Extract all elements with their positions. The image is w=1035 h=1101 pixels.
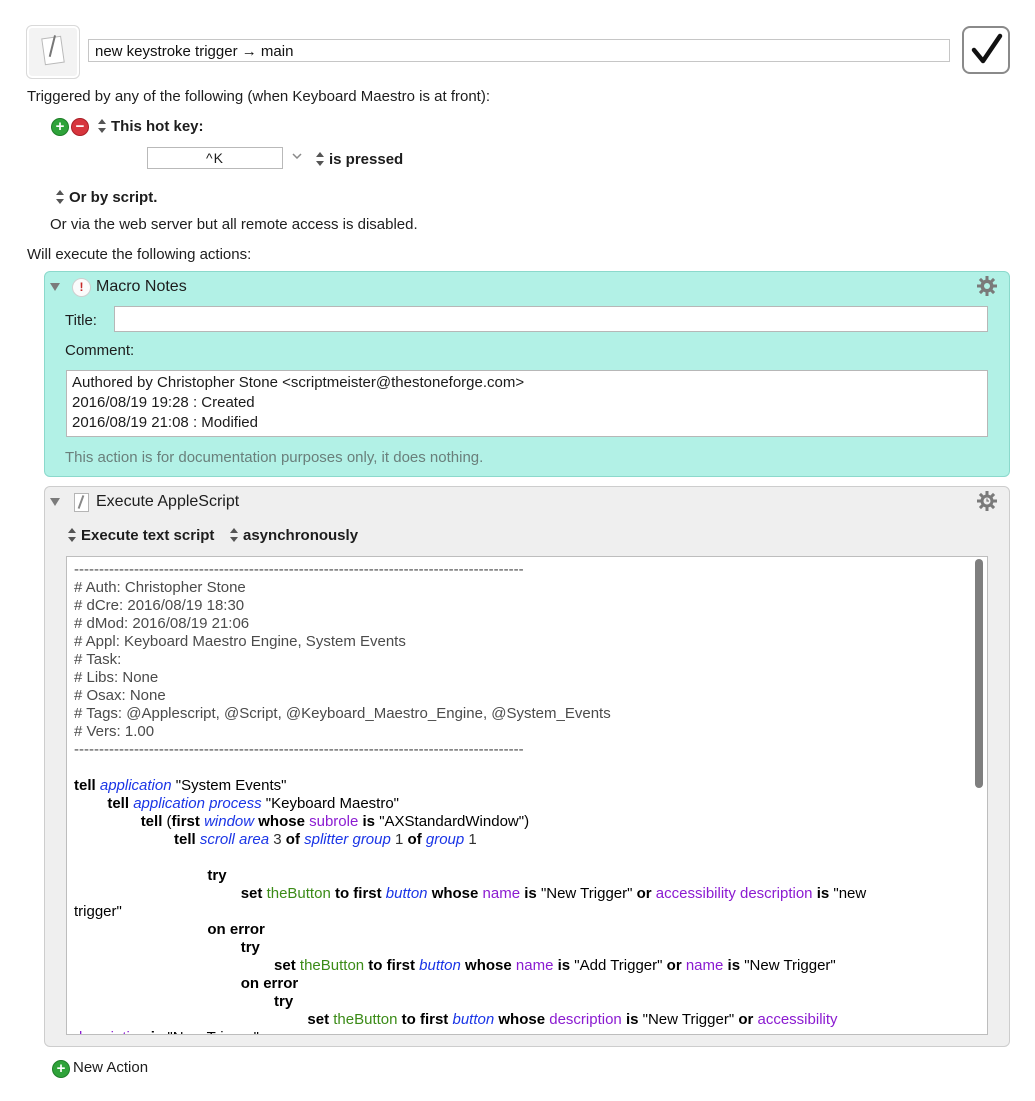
macro-enabled-checkbox[interactable] bbox=[962, 26, 1010, 74]
applescript-document-icon bbox=[74, 493, 89, 512]
exclamation-icon: ! bbox=[72, 278, 91, 297]
notes-comment-field[interactable]: Authored by Christopher Stone <scriptmei… bbox=[66, 370, 988, 437]
applescript-code: ----------------------------------------… bbox=[74, 561, 867, 1034]
add-trigger-icon[interactable]: + bbox=[51, 118, 69, 136]
web-server-note: Or via the web server but all remote acc… bbox=[50, 216, 418, 233]
script-timing-popup[interactable]: asynchronously bbox=[229, 527, 358, 544]
script-timing-label: asynchronously bbox=[243, 527, 359, 544]
script-trigger-popup[interactable]: Or by script. bbox=[55, 189, 157, 206]
applescript-action-title: Execute AppleScript bbox=[96, 493, 240, 510]
script-mode-label: Execute text script bbox=[81, 527, 215, 544]
macro-name-field[interactable]: new keystroke trigger → main bbox=[88, 39, 950, 62]
disclosure-triangle-icon[interactable] bbox=[50, 498, 60, 506]
actions-intro: Will execute the following actions: bbox=[27, 246, 252, 263]
triggers-intro: Triggered by any of the following (when … bbox=[27, 88, 491, 105]
comment-line: 2016/08/19 21:08 : Modified bbox=[72, 414, 258, 431]
comment-line: Authored by Christopher Stone <scriptmei… bbox=[72, 374, 525, 391]
chevron-down-icon[interactable] bbox=[292, 153, 302, 159]
gear-icon[interactable] bbox=[976, 275, 998, 297]
applescript-editor[interactable]: ----------------------------------------… bbox=[66, 556, 988, 1035]
new-action-button[interactable]: New Action bbox=[73, 1059, 148, 1076]
remove-trigger-icon[interactable]: − bbox=[71, 118, 89, 136]
updown-chevron-icon bbox=[55, 190, 65, 204]
hotkey-state-popup[interactable]: is pressed bbox=[315, 151, 403, 168]
macro-notes-title: Macro Notes bbox=[96, 278, 187, 295]
script-scrollbar[interactable] bbox=[975, 559, 983, 788]
add-action-icon[interactable]: + bbox=[52, 1060, 70, 1078]
notes-title-label: Title: bbox=[65, 312, 97, 329]
notes-comment-label: Comment: bbox=[65, 342, 135, 359]
updown-chevron-icon bbox=[67, 528, 77, 542]
comment-line: 2016/08/19 19:28 : Created bbox=[72, 394, 255, 411]
notes-footnote: This action is for documentation purpose… bbox=[65, 449, 484, 466]
updown-chevron-icon bbox=[229, 528, 239, 542]
hotkey-label: This hot key: bbox=[111, 118, 204, 135]
notes-title-field[interactable] bbox=[114, 306, 988, 332]
script-trigger-label: Or by script. bbox=[69, 189, 158, 206]
hotkey-field[interactable]: ^K bbox=[147, 147, 283, 169]
checkmark-icon bbox=[971, 33, 1003, 64]
updown-chevron-icon bbox=[97, 119, 107, 133]
macro-document-icon[interactable] bbox=[26, 25, 80, 79]
script-mode-popup[interactable]: Execute text script bbox=[67, 527, 214, 544]
disclosure-triangle-icon[interactable] bbox=[50, 283, 60, 291]
trigger-type-popup[interactable]: This hot key: bbox=[97, 118, 204, 135]
updown-chevron-icon bbox=[315, 152, 325, 166]
hotkey-state-label: is pressed bbox=[329, 151, 404, 168]
timer-gear-icon[interactable] bbox=[976, 490, 998, 512]
